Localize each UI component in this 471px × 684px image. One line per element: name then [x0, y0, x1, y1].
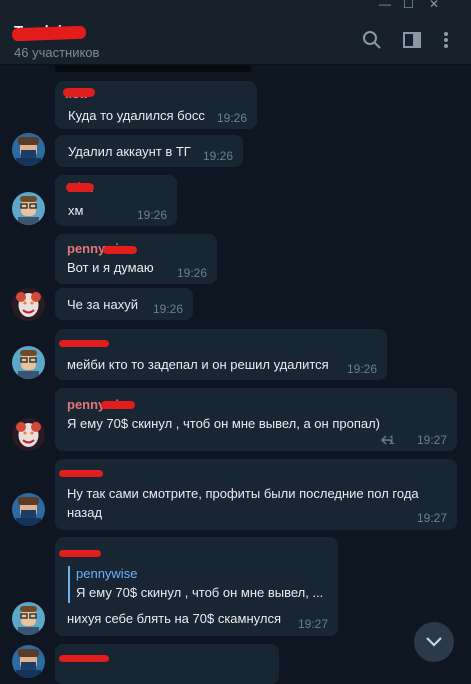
reply-count[interactable]: 1 [388, 433, 395, 447]
chevron-down-icon [426, 637, 442, 647]
name-redaction [59, 550, 101, 557]
message-time: 19:26 [176, 266, 207, 280]
name-redaction [66, 183, 94, 192]
message-text: Че за нахуй [67, 297, 138, 312]
name-redaction [103, 246, 137, 254]
name-redaction [63, 88, 95, 97]
message-bubble[interactable]: pennywise Я ему 70$ скинул , чтоб он мне… [55, 388, 457, 451]
message-time: 19:26 [346, 362, 377, 376]
maximize-button[interactable]: ☐ [403, 0, 414, 11]
message-bubble[interactable] [55, 644, 279, 684]
message-text: Куда то удалился босс [68, 108, 205, 123]
message-bubble[interactable]: Ну так сами смотрите, профиты были после… [55, 459, 457, 530]
message-time: 19:27 [297, 617, 328, 631]
avatar[interactable] [12, 602, 45, 635]
quote-bar [68, 566, 70, 603]
previous-media-edge [55, 65, 251, 72]
title-redaction [11, 25, 87, 42]
message-text: Удалил аккаунт в ТГ [68, 144, 191, 159]
message-bubble[interactable]: Че за нахуй 19:26 [55, 288, 193, 320]
avatar[interactable] [12, 288, 45, 321]
message-time: 19:27 [416, 433, 447, 447]
member-count: 46 участников [14, 45, 100, 60]
name-redaction [59, 340, 109, 347]
avatar[interactable] [12, 493, 45, 526]
message-bubble[interactable]: Удалил аккаунт в ТГ 19:26 [55, 135, 243, 167]
name-redaction [59, 655, 109, 662]
avatar[interactable] [12, 346, 45, 379]
message-bubble[interactable]: Ilsa Куда то удалился босс 19:26 [55, 81, 257, 129]
avatar[interactable] [12, 645, 45, 678]
message-time: 19:27 [416, 511, 447, 525]
glasses-man-avatar-icon [12, 192, 45, 225]
message-list[interactable]: Ilsa Куда то удалился босс 19:26 Удалил … [0, 65, 471, 684]
quote-sender[interactable]: pennywise [76, 564, 137, 583]
message-bubble[interactable]: pennywise Вот и я думаю 19:26 [55, 234, 217, 284]
close-button[interactable]: ✕ [429, 0, 439, 11]
message-text-line1: Ну так сами смотрите, профиты были после… [67, 486, 419, 501]
message-text: Вот и я думаю [67, 260, 154, 275]
message-text-line2: назад [67, 505, 103, 520]
avatar[interactable] [12, 192, 45, 225]
message-text: нихуя себе блять на 70$ скамнулся [67, 611, 281, 626]
name-redaction [101, 401, 135, 409]
avatar[interactable] [12, 418, 45, 451]
message-time: 19:26 [152, 302, 183, 316]
quote-text[interactable]: Я ему 70$ скинул , чтоб он мне вывел, ..… [76, 583, 323, 602]
search-icon[interactable] [362, 30, 382, 50]
glasses-man-avatar-icon [12, 346, 45, 379]
clown-avatar-icon [12, 418, 45, 451]
sidebar-toggle-icon[interactable] [402, 30, 422, 50]
more-vert-icon[interactable] [436, 30, 456, 50]
message-bubble[interactable]: мейби кто то задепал и он решил удалится… [55, 329, 387, 380]
message-time: 19:26 [202, 149, 233, 163]
avatar[interactable] [12, 133, 45, 166]
message-text: хм [68, 203, 84, 218]
message-text: мейби кто то задепал и он решил удалится [67, 357, 329, 372]
glasses-man-avatar-icon [12, 602, 45, 635]
chat-header[interactable]: Трафф 46 участников [0, 12, 471, 65]
masked-man-avatar-icon [12, 493, 45, 526]
message-time: 19:26 [136, 208, 167, 222]
masked-man-avatar-icon [12, 133, 45, 166]
message-time: 19:26 [216, 111, 247, 125]
message-text: Я ему 70$ скинул , чтоб он мне вывел, а … [67, 416, 381, 431]
message-bubble[interactable]: Rita хм 19:26 [55, 175, 177, 226]
scroll-down-button[interactable] [414, 622, 454, 662]
masked-man-avatar-icon [12, 645, 45, 678]
message-bubble[interactable]: pennywise Я ему 70$ скинул , чтоб он мне… [55, 537, 338, 636]
window-titlebar: — ☐ ✕ [0, 0, 471, 12]
name-redaction [59, 470, 103, 477]
minimize-button[interactable]: — [379, 0, 391, 11]
clown-avatar-icon [12, 288, 45, 321]
